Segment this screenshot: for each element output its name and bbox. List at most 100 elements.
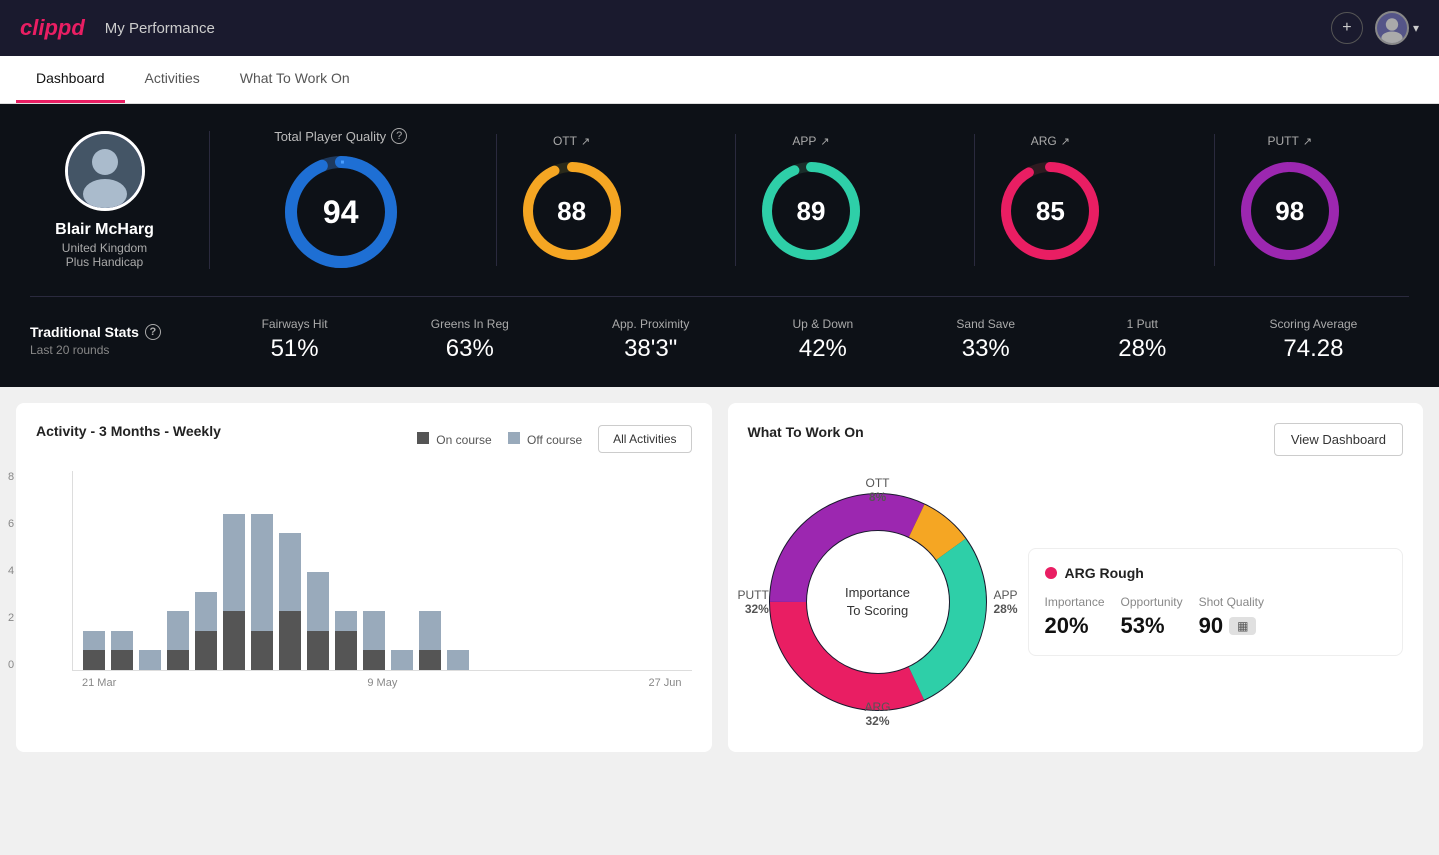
stat-scoring: Scoring Average 74.28 xyxy=(1270,317,1358,363)
bar-off xyxy=(307,572,329,631)
bar-on xyxy=(279,611,301,670)
header-left: clippd My Performance xyxy=(20,15,215,41)
tab-bar: Dashboard Activities What To Work On xyxy=(0,56,1439,104)
bar-on xyxy=(419,650,441,670)
bar-on xyxy=(307,631,329,670)
app-arrow-icon: ↗ xyxy=(820,135,829,148)
tpq-value: 94 xyxy=(323,194,359,231)
tpq-container: Total Player Quality ? 94 xyxy=(274,128,407,272)
category-ott: OTT ↗ 88 xyxy=(496,134,647,266)
ott-ring: 88 xyxy=(517,156,627,266)
player-info: Blair McHarg United Kingdom Plus Handica… xyxy=(30,131,210,269)
bar-off xyxy=(83,631,105,650)
quality-section: Total Player Quality ? 94 OTT ↗ xyxy=(210,128,1409,272)
wtwo-title: What To Work On xyxy=(748,424,864,440)
bar-group-7 xyxy=(279,475,301,670)
stat-proximity: App. Proximity 38'3" xyxy=(612,317,689,363)
bar-group-8 xyxy=(307,475,329,670)
info-card: ARG Rough Importance 20% Opportunity 53%… xyxy=(1028,548,1404,656)
bar-group-13 xyxy=(447,475,469,670)
wtwo-content: Importance To Scoring OTT 8% APP 28% ARG… xyxy=(748,472,1404,732)
category-putt: PUTT ↗ 98 xyxy=(1214,134,1365,266)
bar-group-1 xyxy=(111,475,133,670)
add-button[interactable]: + xyxy=(1331,12,1363,44)
donut-center: Importance To Scoring xyxy=(845,584,910,620)
legend-on-course: On course xyxy=(417,432,492,447)
chart-title: Activity - 3 Months - Weekly xyxy=(36,423,221,439)
stat-fairways: Fairways Hit 51% xyxy=(262,317,328,363)
stats-sublabel: Last 20 rounds xyxy=(30,343,180,357)
bar-off xyxy=(335,611,357,631)
info-card-title: ARG Rough xyxy=(1045,565,1387,581)
bottom-panels: Activity - 3 Months - Weekly On course O… xyxy=(0,387,1439,768)
activity-panel: Activity - 3 Months - Weekly On course O… xyxy=(16,403,712,752)
avatar-chevron: ▾ xyxy=(1413,21,1419,35)
chart-y-labels: 8 6 4 2 0 xyxy=(8,471,14,671)
tpq-help-icon[interactable]: ? xyxy=(391,128,407,144)
header-right: + ▾ xyxy=(1331,11,1419,45)
ott-donut-label: OTT 8% xyxy=(866,476,890,504)
category-arg: ARG ↗ 85 xyxy=(974,134,1125,266)
stat-greens: Greens In Reg 63% xyxy=(431,317,509,363)
logo: clippd xyxy=(20,15,85,41)
arg-value: 85 xyxy=(1036,196,1065,227)
player-name: Blair McHarg xyxy=(55,221,154,239)
stat-1putt: 1 Putt 28% xyxy=(1118,317,1166,363)
arg-ring: 85 xyxy=(995,156,1105,266)
putt-value: 98 xyxy=(1275,196,1304,227)
bar-group-11 xyxy=(391,475,413,670)
stats-label-group: Traditional Stats ? Last 20 rounds xyxy=(30,324,210,357)
bar-off xyxy=(363,611,385,650)
putt-label: PUTT ↗ xyxy=(1267,134,1312,148)
app-label: APP ↗ xyxy=(792,134,829,148)
shot-quality-badge: ▦ xyxy=(1229,617,1256,635)
view-dashboard-button[interactable]: View Dashboard xyxy=(1274,423,1403,456)
bar-group-2 xyxy=(139,475,161,670)
wtwo-panel: What To Work On View Dashboard xyxy=(728,403,1424,752)
bar-on xyxy=(251,631,273,670)
chart-wrapper: 8 6 4 2 0 21 Mar 9 May 27 Jun xyxy=(36,471,692,689)
off-course-dot xyxy=(508,432,520,444)
metric-shot-quality: Shot Quality 90 ▦ xyxy=(1199,595,1264,639)
tab-what-to-work-on[interactable]: What To Work On xyxy=(220,56,370,103)
all-activities-button[interactable]: All Activities xyxy=(598,425,691,453)
avatar-button[interactable]: ▾ xyxy=(1375,11,1419,45)
chart-legend: On course Off course xyxy=(417,432,582,447)
player-country: United Kingdom xyxy=(62,241,147,255)
tab-dashboard[interactable]: Dashboard xyxy=(16,56,125,103)
info-dot xyxy=(1045,567,1057,579)
metric-importance: Importance 20% xyxy=(1045,595,1105,639)
bar-group-4 xyxy=(195,475,217,670)
bar-on xyxy=(83,650,105,670)
ott-arrow-icon: ↗ xyxy=(581,135,590,148)
bar-off xyxy=(167,611,189,650)
bar-on xyxy=(335,631,357,670)
stat-sandsave: Sand Save 33% xyxy=(956,317,1015,363)
legend-off-course: Off course xyxy=(508,432,582,447)
bar-group-10 xyxy=(363,475,385,670)
player-handicap: Plus Handicap xyxy=(66,255,143,269)
donut-area: Importance To Scoring OTT 8% APP 28% ARG… xyxy=(748,472,1008,732)
wtwo-header: What To Work On View Dashboard xyxy=(748,423,1404,456)
bar-off xyxy=(195,592,217,631)
stats-row: Traditional Stats ? Last 20 rounds Fairw… xyxy=(30,297,1409,363)
bar-group-9 xyxy=(335,475,357,670)
info-metrics: Importance 20% Opportunity 53% Shot Qual… xyxy=(1045,595,1387,639)
bar-group-6 xyxy=(251,475,273,670)
app-donut-label: APP 28% xyxy=(993,588,1017,616)
stats-help-icon[interactable]: ? xyxy=(145,324,161,340)
bar-on xyxy=(111,650,133,670)
traditional-stats-label: Traditional Stats ? xyxy=(30,324,180,340)
bar-group-0 xyxy=(83,475,105,670)
player-avatar xyxy=(65,131,145,211)
tpq-label: Total Player Quality ? xyxy=(274,128,407,144)
bar-off xyxy=(279,533,301,611)
tab-activities[interactable]: Activities xyxy=(125,56,220,103)
bar-on xyxy=(223,611,245,670)
putt-arrow-icon: ↗ xyxy=(1303,135,1312,148)
bar-on xyxy=(167,650,189,670)
header: clippd My Performance + ▾ xyxy=(0,0,1439,56)
arg-label: ARG ↗ xyxy=(1031,134,1070,148)
chart-x-labels: 21 Mar 9 May 27 Jun xyxy=(72,671,692,689)
arg-donut-label: ARG 32% xyxy=(864,700,890,728)
